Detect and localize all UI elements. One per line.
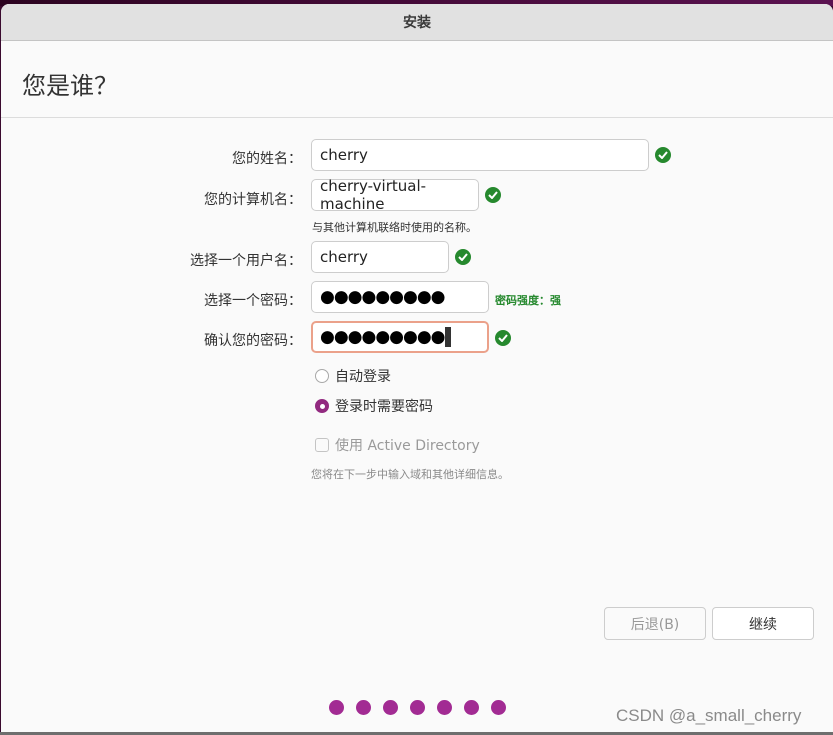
header-divider [1, 117, 833, 118]
name-label: 您的姓名： [232, 151, 302, 167]
checkbox-icon[interactable] [315, 438, 329, 452]
progress-step-dot [464, 700, 479, 715]
username-valid-check-icon [455, 249, 471, 265]
username-input-value: cherry [320, 248, 368, 266]
watermark: CSDN @a_small_cherry [616, 706, 802, 725]
confirm-password-input[interactable]: ●●●●●●●●● [311, 321, 489, 353]
progress-step-dot [329, 700, 344, 715]
active-directory-checkbox[interactable]: 使用 Active Directory [315, 435, 480, 455]
back-button-label: 后退(B) [630, 616, 680, 633]
continue-button[interactable]: 继续 [712, 607, 814, 640]
password-label: 选择一个密码： [204, 293, 302, 309]
active-directory-hint: 您将在下一步中输入域和其他详细信息。 [311, 468, 509, 481]
password-input[interactable]: ●●●●●●●●● [311, 281, 489, 313]
radio-selected-icon[interactable] [315, 399, 329, 413]
progress-step-dot [356, 700, 371, 715]
require-password-radio[interactable]: 登录时需要密码 [315, 396, 433, 416]
require-password-label: 登录时需要密码 [335, 399, 433, 415]
progress-step-dot [383, 700, 398, 715]
computer-name-input[interactable]: cherry-virtual-machine [311, 177, 479, 213]
username-input[interactable]: cherry [311, 241, 449, 273]
installer-window: 安装 您是谁？ 您的姓名： cherry 您的计算机名： cherry-virt… [1, 4, 833, 732]
progress-step-dot [410, 700, 425, 715]
computer-name-hint: 与其他计算机联络时使用的名称。 [312, 221, 477, 234]
confirm-password-masked-value: ●●●●●●●●● [320, 327, 446, 347]
name-input-value: cherry [320, 146, 368, 164]
title-bar[interactable]: 安装 [1, 4, 833, 41]
password-masked-value: ●●●●●●●●● [320, 287, 446, 307]
confirm-password-valid-check-icon [495, 330, 511, 346]
active-directory-label: 使用 Active Directory [335, 438, 480, 454]
progress-step-dot [437, 700, 452, 715]
auto-login-radio[interactable]: 自动登录 [315, 366, 391, 386]
continue-button-label: 继续 [749, 616, 777, 633]
computer-name-label: 您的计算机名： [204, 192, 302, 208]
progress-step-dot [491, 700, 506, 715]
computer-name-input-value: cherry-virtual-machine [320, 177, 427, 213]
back-button[interactable]: 后退(B) [604, 607, 706, 640]
page-title: 您是谁？ [22, 72, 118, 100]
step-progress-indicator [329, 700, 506, 715]
auto-login-label: 自动登录 [335, 369, 391, 385]
text-cursor [444, 327, 451, 347]
name-input[interactable]: cherry [311, 139, 649, 171]
confirm-password-label: 确认您的密码： [204, 333, 302, 349]
computer-name-valid-check-icon [485, 187, 501, 203]
name-valid-check-icon [655, 147, 671, 163]
window-title: 安装 [403, 15, 431, 31]
password-strength: 密码强度：强 [495, 294, 561, 307]
radio-unselected-icon[interactable] [315, 369, 329, 383]
username-label: 选择一个用户名： [190, 253, 302, 269]
